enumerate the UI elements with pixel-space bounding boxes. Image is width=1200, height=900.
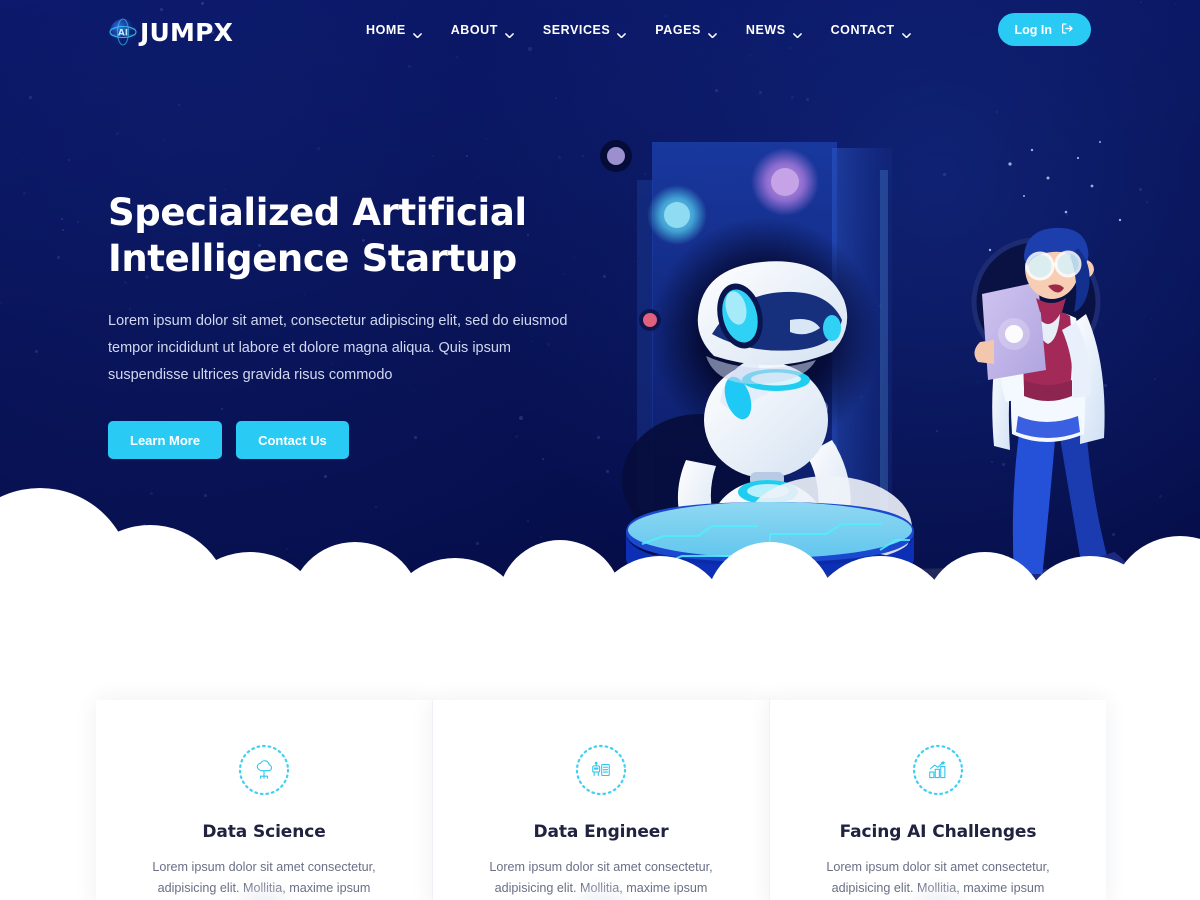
cloud-decoration (0, 430, 1200, 640)
hero-cta-group: Learn More Contact Us (108, 421, 608, 459)
service-cards-section: Data Science Lorem ipsum dolor sit amet c… (96, 700, 1106, 900)
service-card-title: Facing AI Challenges (839, 822, 1037, 842)
main-navbar: AI JUMPX HOME ABOUT SERVICES PAGES NEWS CONTA… (0, 0, 1200, 62)
hero-paragraph: Lorem ipsum dolor sit amet, consectetur … (108, 313, 568, 383)
cloud-data-icon (238, 744, 290, 796)
hero-title-line-1: Specialized Artificial (108, 191, 527, 234)
login-button-label: Log In (1014, 22, 1053, 37)
logo-mark-text: AI (118, 29, 128, 39)
page-title: Specialized Artificial Intelligence Star… (108, 190, 608, 282)
login-arrow-icon (1061, 22, 1074, 38)
service-card[interactable]: Data Science Lorem ipsum dolor sit amet c… (96, 700, 432, 900)
nav-item-home[interactable]: HOME (366, 23, 436, 38)
hero-title-line-2: Intelligence Startup (108, 237, 517, 280)
contact-us-button[interactable]: Contact Us (236, 421, 349, 459)
nav-item-label: HOME (366, 23, 406, 37)
hero-section: AI JUMPX HOME ABOUT SERVICES PAGES NEWS CONTA… (0, 0, 1200, 640)
nav-item-services[interactable]: SERVICES (542, 23, 640, 38)
service-card-title: Data Engineer (533, 822, 669, 842)
nav-item-label: ABOUT (450, 23, 498, 37)
service-card[interactable]: Facing AI Challenges Lorem ipsum dolor si… (769, 700, 1106, 900)
nav-item-pages[interactable]: PAGES (655, 23, 731, 38)
landing-page: AI JUMPX HOME ABOUT SERVICES PAGES NEWS CONTA… (0, 0, 1200, 900)
nav-item-about[interactable]: ABOUT (450, 23, 528, 38)
nav-item-label: SERVICES (542, 23, 611, 37)
hero-copy: Specialized Artificial Intelligence Star… (108, 190, 608, 459)
nav-item-label: NEWS (745, 23, 786, 37)
robot-server-icon (575, 744, 627, 796)
nav-menu: HOME ABOUT SERVICES PAGES NEWS CONTACT (366, 23, 925, 38)
chevron-down-icon (792, 27, 802, 38)
nav-item-news[interactable]: NEWS (745, 23, 816, 38)
chevron-down-icon (505, 27, 514, 38)
growth-chart-star-icon (912, 744, 964, 796)
chevron-down-icon (412, 27, 422, 38)
logo-wordmark: JUMPX (140, 17, 234, 47)
service-card-title: Data Science (202, 822, 326, 842)
service-card[interactable]: Data Engineer Lorem ipsum dolor sit amet … (432, 700, 769, 900)
login-button[interactable]: Log In (997, 13, 1091, 46)
nav-item-label: PAGES (655, 23, 701, 37)
glowing-tablet (982, 282, 1046, 380)
chevron-down-icon (617, 27, 627, 38)
learn-more-button[interactable]: Learn More (108, 421, 223, 459)
globe-ai-icon: AI (108, 17, 138, 47)
brand-logo[interactable]: AI JUMPX (108, 17, 233, 47)
nav-item-label: CONTACT (830, 23, 895, 37)
chevron-down-icon (901, 27, 911, 38)
chevron-down-icon (708, 27, 717, 38)
nav-item-contact[interactable]: CONTACT (830, 23, 925, 38)
